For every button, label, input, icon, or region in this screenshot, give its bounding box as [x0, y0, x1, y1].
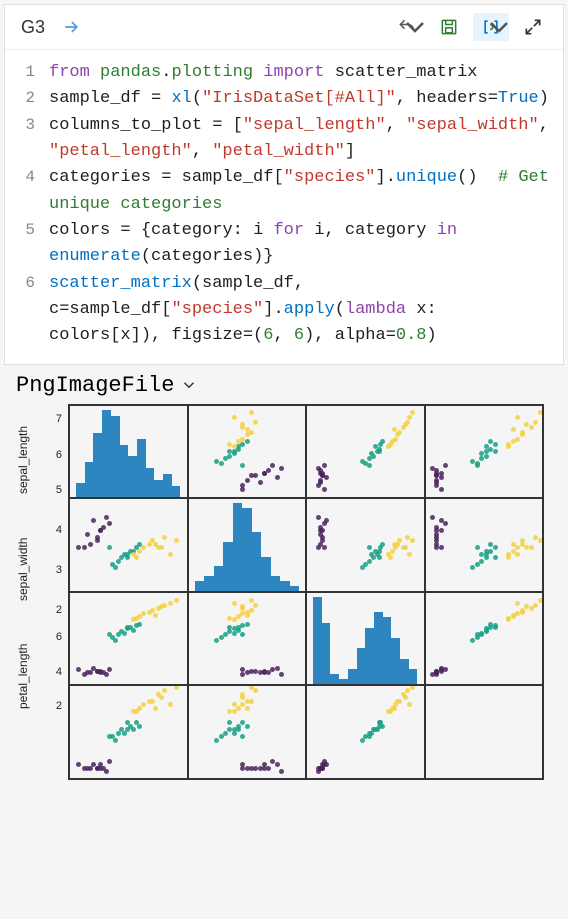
line-number: 5 [5, 218, 49, 271]
y-ticks: 6 4 2 [40, 623, 66, 730]
y-ticks: 4 3 2 [40, 516, 66, 623]
undo-button[interactable] [389, 13, 425, 41]
matrix-cell [69, 498, 188, 592]
line-number: 3 [5, 113, 49, 166]
chevron-down-icon [489, 17, 509, 37]
line-number: 1 [5, 60, 49, 86]
code-text: from pandas.plotting import scatter_matr… [49, 60, 563, 86]
matrix-cell [306, 498, 425, 592]
matrix-cell [425, 592, 544, 686]
save-icon [439, 17, 459, 37]
matrix-cell [425, 405, 544, 499]
editor-header: G3 [5, 5, 563, 50]
matrix-cell [188, 498, 307, 592]
line-number: 4 [5, 165, 49, 218]
output-type-text: PngImageFile [16, 373, 174, 398]
cell-reference: G3 [21, 17, 45, 38]
y-axis-label: petal_length [16, 623, 36, 730]
y-axis-label: sepal_width [16, 516, 36, 623]
code-text: colors = {category: i for i, category in… [49, 218, 563, 271]
chevron-down-icon [180, 376, 198, 394]
line-number: 2 [5, 86, 49, 112]
output-type-button[interactable] [473, 13, 509, 41]
code-text: categories = sample_df["species"].unique… [49, 165, 563, 218]
go-to-cell-button[interactable] [61, 13, 81, 41]
matrix-cell [188, 405, 307, 499]
code-text: scatter_matrix(sample_df, c=sample_df["s… [49, 271, 563, 350]
expand-button[interactable] [519, 13, 547, 41]
matrix-cell [188, 685, 307, 779]
code-text: columns_to_plot = ["sepal_length", "sepa… [49, 113, 563, 166]
matrix-cell [69, 592, 188, 686]
matrix-cell [306, 592, 425, 686]
scatter-matrix [68, 404, 544, 780]
matrix-cell [425, 498, 544, 592]
y-axis-label: sepal_length [16, 404, 36, 516]
matrix-cell [425, 685, 544, 779]
matrix-cell [306, 685, 425, 779]
save-button[interactable] [435, 13, 463, 41]
y-ticks: 7 6 5 [40, 404, 66, 516]
line-number: 6 [5, 271, 49, 350]
python-in-excel-editor: G3 1from pandas.plotting import scatter_… [4, 4, 564, 365]
matrix-cell [306, 405, 425, 499]
plot-output: sepal_length sepal_width petal_length 7 … [0, 400, 568, 790]
expand-icon [523, 17, 543, 37]
output-type-label[interactable]: PngImageFile [0, 369, 568, 400]
matrix-cell [69, 405, 188, 499]
chevron-down-icon [405, 17, 425, 37]
arrow-right-icon [61, 17, 81, 37]
matrix-cell [188, 592, 307, 686]
code-area[interactable]: 1from pandas.plotting import scatter_mat… [5, 50, 563, 364]
matrix-cell [69, 685, 188, 779]
code-text: sample_df = xl("IrisDataSet[#All]", head… [49, 86, 563, 112]
